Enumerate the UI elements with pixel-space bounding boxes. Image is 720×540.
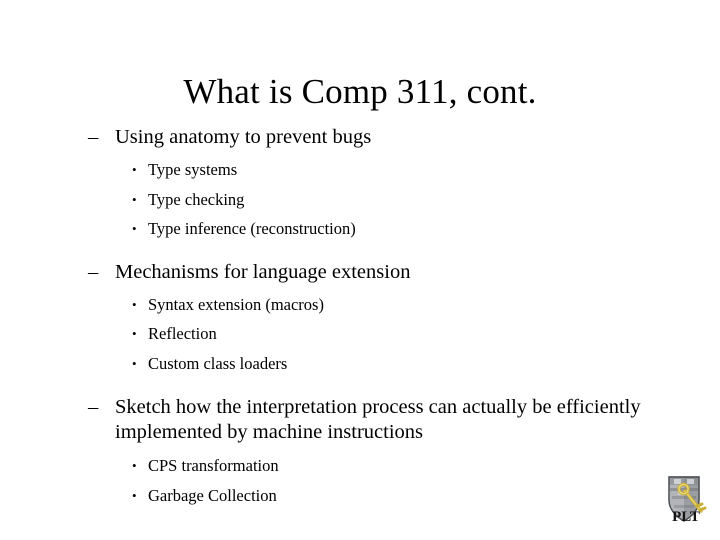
slide-body: – Using anatomy to prevent bugs • Type s… xyxy=(88,125,648,524)
list-item: • Garbage Collection xyxy=(88,481,648,511)
list-item: • Type inference (reconstruction) xyxy=(88,214,648,244)
bullet-level2-label: Using anatomy to prevent bugs xyxy=(115,126,372,148)
dash-marker-icon: – xyxy=(88,126,99,148)
list-item: • Custom class loaders xyxy=(88,349,648,379)
dash-marker-icon: – xyxy=(88,260,99,283)
list-item-label: Garbage Collection xyxy=(148,485,277,505)
page-title: What is Comp 311, cont. xyxy=(183,72,537,112)
list-item: • Reflection xyxy=(88,319,648,349)
bullet-group: – Sketch how the interpretation process … xyxy=(88,395,648,510)
list-item: • Type systems xyxy=(88,155,648,185)
list-item-label: Custom class loaders xyxy=(148,353,288,373)
plt-shield-logo-icon: PLT xyxy=(661,474,713,530)
sub-bullet-list: • CPS transformation • Garbage Collectio… xyxy=(88,451,648,510)
bullet-dot-icon: • xyxy=(132,191,137,207)
list-item-label: Type systems xyxy=(148,160,238,179)
bullet-level2: – Sketch how the interpretation process … xyxy=(88,395,648,445)
bullet-level2-label: Sketch how the interpretation process ca… xyxy=(115,396,641,443)
plt-logo-text: PLT xyxy=(672,509,700,525)
bullet-dot-icon: • xyxy=(132,487,137,503)
bullet-dot-icon: • xyxy=(132,326,137,341)
bullet-dot-icon: • xyxy=(132,221,137,236)
list-item-label: CPS transformation xyxy=(148,456,279,475)
list-item-label: Syntax extension (macros) xyxy=(148,294,324,314)
bullet-level2: – Using anatomy to prevent bugs xyxy=(88,125,648,150)
bullet-group: – Mechanisms for language extension • Sy… xyxy=(88,260,648,379)
sub-bullet-list: • Syntax extension (macros) • Reflection… xyxy=(88,290,648,379)
list-item-label: Reflection xyxy=(148,324,217,343)
list-item-label: Type inference (reconstruction) xyxy=(148,219,356,238)
bullet-level2: – Mechanisms for language extension xyxy=(88,260,648,285)
sub-bullet-list: • Type systems • Type checking • Type in… xyxy=(88,155,648,244)
bullet-group: – Using anatomy to prevent bugs • Type s… xyxy=(88,125,648,244)
bullet-dot-icon: • xyxy=(132,162,137,177)
slide-canvas: What is Comp 311, cont. – Using anatomy … xyxy=(0,0,720,540)
list-item-label: Type checking xyxy=(148,189,245,209)
bullet-dot-icon: • xyxy=(132,355,137,371)
list-item: • CPS transformation xyxy=(88,451,648,481)
bullet-dot-icon: • xyxy=(132,458,137,473)
list-item: • Syntax extension (macros) xyxy=(88,290,648,320)
bullet-dot-icon: • xyxy=(132,296,137,312)
list-item: • Type checking xyxy=(88,185,648,215)
dash-marker-icon: – xyxy=(88,396,99,418)
bullet-level2-label: Mechanisms for language extension xyxy=(115,260,411,283)
